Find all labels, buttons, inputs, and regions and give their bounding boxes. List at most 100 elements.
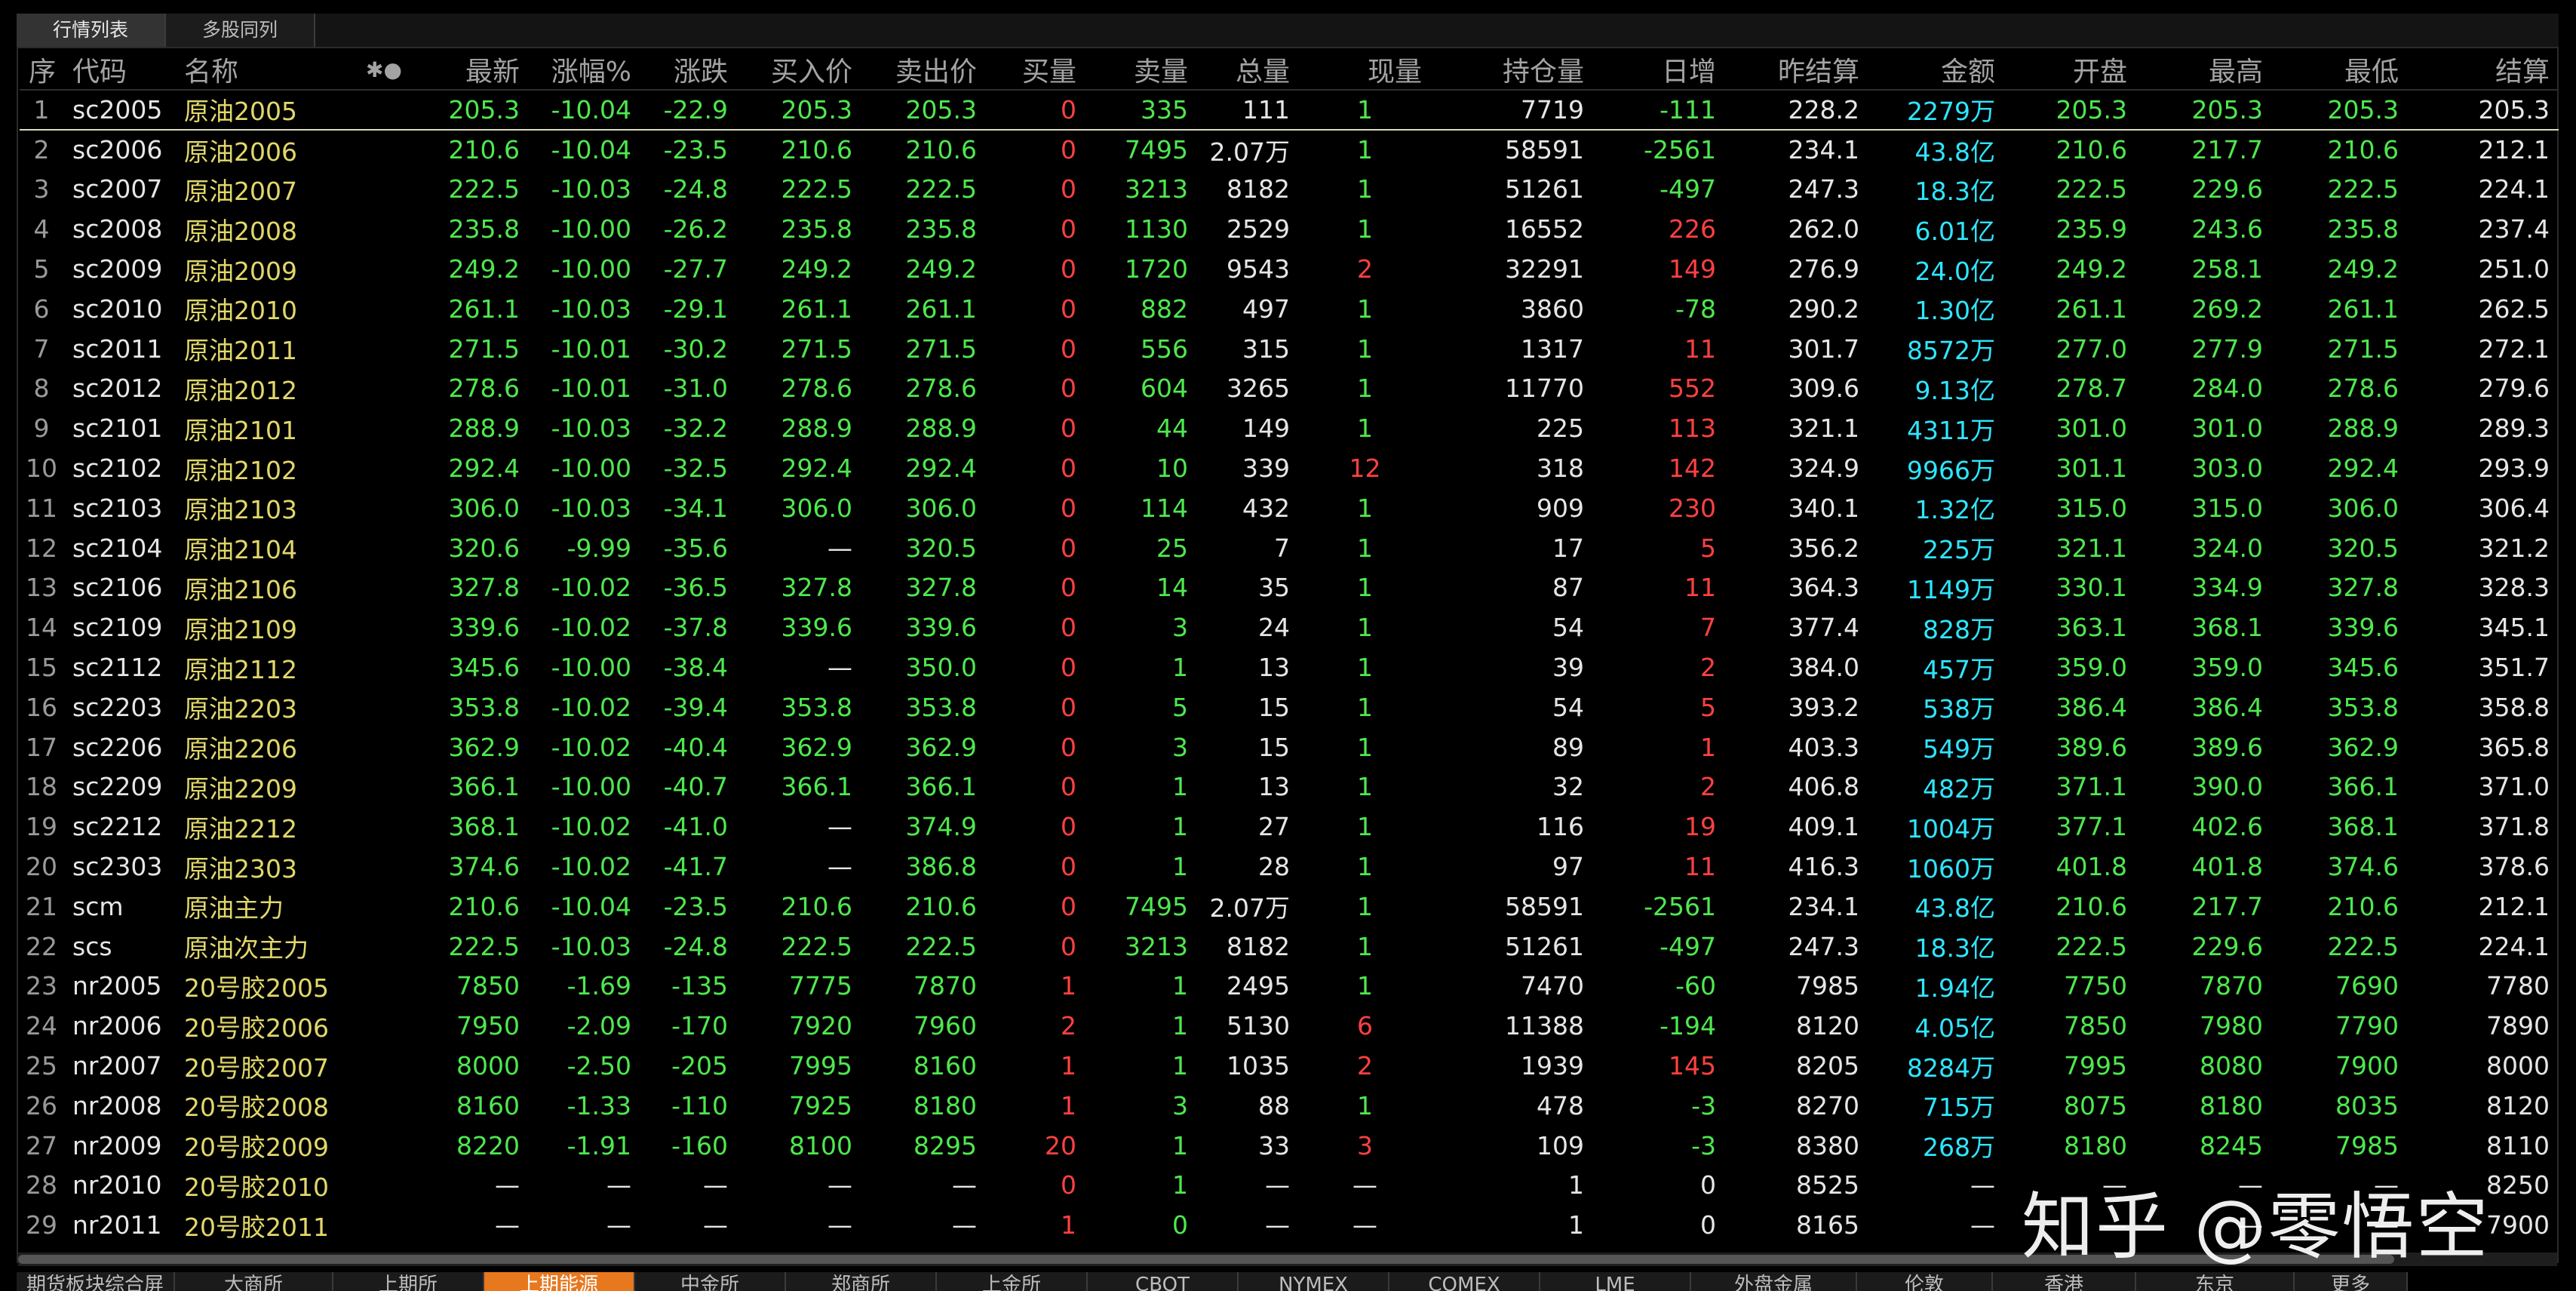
cell-mark: [352, 528, 416, 568]
col-header-settle[interactable]: 结算: [2408, 50, 2559, 91]
cell-askv: 1: [1172, 1170, 1188, 1200]
market-tab[interactable]: LME: [1540, 1272, 1691, 1291]
cell-set: 262.5: [2478, 294, 2550, 324]
col-header-total-volume[interactable]: 总量: [1197, 50, 1299, 91]
cell-bidv: 1: [1061, 971, 1076, 1001]
col-header-low[interactable]: 最低: [2272, 50, 2408, 91]
col-header-bid-volume[interactable]: 买量: [986, 50, 1085, 91]
table-row[interactable]: 14 sc2109 原油2109 339.6 -10.02 -37.8 339.6 339.6…: [20, 607, 2559, 647]
market-tab[interactable]: 上期所: [333, 1272, 484, 1291]
cell-amt: 538万: [1923, 694, 1995, 724]
cell-high: 217.7: [2191, 891, 2263, 921]
table-row[interactable]: 25 nr2007 20号胶2007 8000 -2.50 -205 7995 8160 1 1 1…: [20, 1046, 2559, 1086]
market-tab[interactable]: 中金所: [635, 1272, 786, 1291]
tab-multi-stock[interactable]: 多股同列: [166, 14, 316, 47]
col-header-ask-volume[interactable]: 卖量: [1085, 50, 1197, 91]
market-tab[interactable]: 伦敦: [1857, 1272, 1993, 1291]
market-tab[interactable]: NYMEX: [1239, 1272, 1389, 1291]
table-row[interactable]: 15 sc2112 原油2112 345.6 -10.00 -38.4—350.0 0 1 13…: [20, 647, 2559, 687]
market-tab[interactable]: 上期能源: [484, 1272, 635, 1291]
cell-ask: 7960: [913, 1011, 977, 1041]
col-header-seq[interactable]: 序: [20, 50, 63, 91]
table-row[interactable]: 13 sc2106 原油2106 327.8 -10.02 -36.5 327.8 327.8…: [20, 568, 2559, 608]
col-header-high[interactable]: 最高: [2136, 50, 2272, 91]
cell-open: 371.1: [2056, 772, 2127, 802]
table-row[interactable]: 2 sc2006 原油2006 210.6 -10.04 -23.5 210.6 210.6 0…: [20, 130, 2559, 170]
table-row[interactable]: 19 sc2212 原油2212 368.1 -10.02 -41.0 — 374.9 0 1 27…: [20, 807, 2559, 847]
table-row[interactable]: 16 sc2203 原油2203 353.8 -10.02 -39.4 353.8 353.8…: [20, 687, 2559, 727]
col-header-name[interactable]: 名称: [175, 50, 352, 91]
table-row[interactable]: 1 sc2005 原油2005 205.3 -10.04 -22.9 205.3 205.3 0…: [20, 89, 2559, 131]
cell-bidv: 0: [1061, 413, 1076, 444]
cell-bidv: 0: [1061, 373, 1076, 404]
table-row[interactable]: 22 scs 原油次主力 222.5 -10.03 -24.8 222.5 222.5 0 321…: [20, 927, 2559, 967]
col-header-open-interest[interactable]: 持仓量: [1431, 50, 1593, 91]
table-row[interactable]: 17 sc2206 原油2206 362.9 -10.02 -40.4 362.9 362.9…: [20, 727, 2559, 767]
table-row[interactable]: 21 scm 原油主力 210.6 -10.04 -23.5 210.6 210.6 0 7495…: [20, 887, 2559, 927]
table-row[interactable]: 4 sc2008 原油2008 235.8 -10.00 -26.2 235.8 235.8 0…: [20, 209, 2559, 249]
col-header-bid-price[interactable]: 买入价: [737, 50, 861, 91]
cell-code: nr2005: [72, 971, 162, 1001]
tab-quote-list[interactable]: 行情列表: [17, 14, 167, 47]
table-row[interactable]: 6 sc2010 原油2010 261.1 -10.03 -29.1 261.1 261.1 0…: [20, 289, 2559, 329]
market-tab[interactable]: 东京: [2136, 1272, 2295, 1291]
cell-ask: 386.8: [905, 852, 977, 882]
cell-last: 345.6: [448, 653, 520, 683]
market-tab[interactable]: 香港: [1993, 1272, 2136, 1291]
table-row[interactable]: 10 sc2102 原油2102 292.4 -10.00 -32.5 292.4 292.4…: [20, 448, 2559, 488]
cell-amt: 225万: [1923, 535, 1995, 565]
cell-amt: 18.3亿: [1914, 176, 1995, 206]
cell-pct: -10.00: [551, 772, 631, 802]
market-tab[interactable]: COMEX: [1389, 1272, 1540, 1291]
table-row[interactable]: 27 nr2009 20号胶2009 8220 -1.91 -160 8100 8295 20 1…: [20, 1126, 2559, 1166]
table-row[interactable]: 26 nr2008 20号胶2008 8160 -1.33 -110 7925 8180 1 3 8…: [20, 1086, 2559, 1126]
table-row[interactable]: 24 nr2006 20号胶2006 7950 -2.09 -170 7920 7960 2 1 5…: [20, 1006, 2559, 1046]
cell-open: 8075: [2064, 1090, 2127, 1120]
table-row[interactable]: 7 sc2011 原油2011 271.5 -10.01 -30.2 271.5 271.5 0…: [20, 329, 2559, 369]
table-row[interactable]: 18 sc2209 原油2209 366.1 -10.00 -40.7 366.1 366.1…: [20, 767, 2559, 807]
col-header-amount[interactable]: 金额: [1868, 50, 2004, 91]
cell-pct: —: [606, 1210, 631, 1240]
col-header-last[interactable]: 最新: [416, 50, 529, 91]
table-row[interactable]: 5 sc2009 原油2009 249.2 -10.00 -27.7 249.2 249.2 0…: [20, 249, 2559, 289]
table-row[interactable]: 20 sc2303 原油2303 374.6 -10.02 -41.7 — 386.8 0 1 28…: [20, 847, 2559, 887]
cell-bid: 7775: [789, 971, 852, 1001]
col-header-open[interactable]: 开盘: [2004, 50, 2136, 91]
col-header-code[interactable]: 代码: [63, 50, 175, 91]
table-row[interactable]: 23 nr2005 20号胶2005 7850 -1.69 -135 7775 7870 1 1 2…: [20, 967, 2559, 1007]
col-header-change[interactable]: 涨跌: [640, 50, 737, 91]
col-header-daily-increase[interactable]: 日增: [1593, 50, 1725, 91]
cell-last: 292.4: [448, 453, 520, 484]
cell-oi: 32291: [1505, 254, 1584, 284]
table-row[interactable]: 8 sc2012 原油2012 278.6 -10.01 -31.0 278.6 278.6 0…: [20, 369, 2559, 409]
market-tab[interactable]: 上金所: [937, 1272, 1088, 1291]
col-header-prev-settle[interactable]: 昨结算: [1725, 50, 1868, 91]
col-header-current-volume[interactable]: 现量: [1299, 50, 1431, 91]
cell-chg: -23.5: [663, 135, 728, 165]
cell-idx: 22: [26, 931, 57, 961]
market-tab[interactable]: 更多: [2295, 1272, 2408, 1291]
cell-chg: -36.5: [663, 573, 728, 603]
cell-high: 7870: [2200, 971, 2263, 1001]
market-tab[interactable]: 郑商所: [786, 1272, 937, 1291]
cell-name: 原油2112: [184, 654, 297, 684]
cell-open: 278.7: [2056, 373, 2127, 404]
cell-mark: [352, 369, 416, 409]
col-header-ask-price[interactable]: 卖出价: [861, 50, 986, 91]
cell-oi: 478: [1537, 1090, 1584, 1120]
cell-askv: 556: [1141, 334, 1188, 364]
table-row[interactable]: 12 sc2104 原油2104 320.6 -9.99 -35.6 — 320.5 0 25 7 1…: [20, 528, 2559, 568]
col-header-change-pct[interactable]: 涨幅%: [529, 50, 640, 91]
col-header-mark[interactable]: ✱●: [352, 50, 416, 91]
cell-last: 353.8: [448, 692, 520, 722]
market-tab[interactable]: 外盘金属: [1691, 1272, 1857, 1291]
cell-oi: 11770: [1505, 373, 1584, 404]
cell-last: 261.1: [448, 294, 520, 324]
table-row[interactable]: 11 sc2103 原油2103 306.0 -10.03 -34.1 306.0 306.0…: [20, 488, 2559, 528]
market-tab[interactable]: 期货板块综合屏: [17, 1272, 175, 1291]
cell-cur: 1: [1357, 135, 1373, 165]
table-row[interactable]: 9 sc2101 原油2101 288.9 -10.03 -32.2 288.9 288.9 0…: [20, 408, 2559, 448]
table-row[interactable]: 3 sc2007 原油2007 222.5 -10.03 -24.8 222.5 222.5 0…: [20, 170, 2559, 210]
market-tab[interactable]: CBOT: [1088, 1272, 1239, 1291]
market-tab[interactable]: 大商所: [175, 1272, 333, 1291]
